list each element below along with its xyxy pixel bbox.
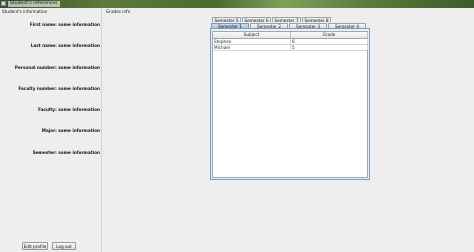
personal-number-field: Personal number: some information bbox=[14, 65, 100, 70]
major-field: Major: some information bbox=[41, 128, 100, 133]
first-name-field: First name: some information bbox=[29, 22, 100, 27]
column-header-grade[interactable]: Grade bbox=[291, 32, 368, 38]
grades-table: Subject Grade Stephen 6 Michael 5 bbox=[212, 31, 368, 178]
window-title: Student's references bbox=[8, 1, 60, 7]
grades-info-header: Grades info bbox=[106, 9, 131, 14]
semester-tab-panel: Subject Grade Stephen 6 Michael 5 bbox=[210, 28, 370, 180]
faculty-number-field: Faculty number: some information bbox=[18, 86, 100, 91]
semester-field: Semester: some information bbox=[32, 150, 100, 155]
column-header-subject[interactable]: Subject bbox=[213, 32, 291, 38]
panel-divider bbox=[101, 8, 102, 252]
tab-semester-6[interactable]: Semester 6 bbox=[242, 17, 271, 23]
faculty-field: Faculty: some information bbox=[38, 107, 100, 112]
subject-cell[interactable]: Stephen bbox=[213, 39, 291, 44]
grade-cell[interactable]: 5 bbox=[291, 45, 368, 50]
log-out-button[interactable]: Log out bbox=[52, 242, 76, 250]
tab-semester-8[interactable]: Semester 8 bbox=[302, 17, 331, 23]
last-name-field: Last name: some information bbox=[30, 43, 100, 48]
subject-cell[interactable]: Michael bbox=[213, 45, 291, 50]
edit-profile-button[interactable]: Edit profile bbox=[22, 242, 48, 250]
student-info-panel: Student's information First name: some i… bbox=[0, 9, 100, 252]
semester-tabs-row-top: Semester 5 Semester 6 Semester 7 Semeste… bbox=[212, 17, 332, 23]
table-header: Subject Grade bbox=[213, 32, 368, 39]
student-info-header: Student's information bbox=[2, 9, 48, 14]
tab-semester-5[interactable]: Semester 5 bbox=[212, 17, 241, 23]
tab-semester-7[interactable]: Semester 7 bbox=[272, 17, 301, 23]
table-row[interactable]: Michael 5 bbox=[213, 45, 368, 51]
app-icon bbox=[1, 1, 6, 6]
title-bar: Student's references bbox=[0, 0, 474, 8]
grade-cell[interactable]: 6 bbox=[291, 39, 368, 44]
